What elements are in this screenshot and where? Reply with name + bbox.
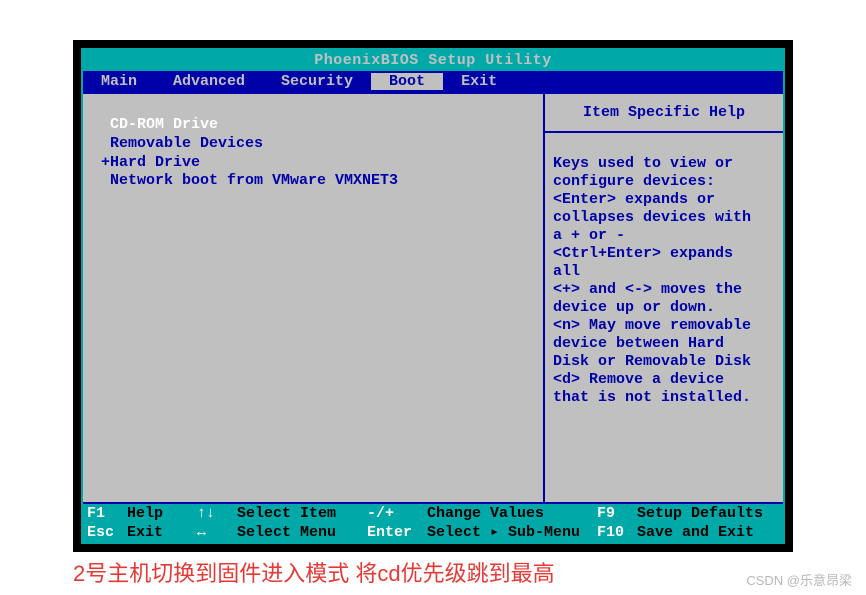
label-change-values: Change Values <box>427 505 597 522</box>
key-f9: F9 <box>597 505 615 522</box>
menu-advanced[interactable]: Advanced <box>155 73 263 90</box>
help-panel: Item Specific Help Keys used to view or … <box>545 94 783 502</box>
label-select-item: Select Item <box>237 505 367 522</box>
bios-inner: PhoenixBIOS Setup Utility Main Advanced … <box>81 48 785 544</box>
boot-order-panel[interactable]: CD-ROM Drive Removable Devices +Hard Dri… <box>83 94 545 502</box>
menu-main[interactable]: Main <box>83 73 155 90</box>
annotation-text: 2号主机切换到固件进入模式 将cd优先级跳到最高 <box>73 556 555 588</box>
menu-security[interactable]: Security <box>263 73 371 90</box>
footer-row-2: Esc Exit ↔ Select Menu Enter Select ▸ Su… <box>83 523 783 542</box>
content-area: CD-ROM Drive Removable Devices +Hard Dri… <box>83 92 783 502</box>
label-help: Help <box>127 505 197 522</box>
label-select-menu: Select Menu <box>237 524 367 541</box>
boot-item-network[interactable]: Network boot from VMware VMXNET3 <box>101 172 525 191</box>
key-f1: F1 <box>87 505 105 522</box>
menu-exit[interactable]: Exit <box>443 73 515 90</box>
watermark: CSDN @乐意昂梁 <box>746 570 852 589</box>
key-leftright: ↔ <box>197 524 206 541</box>
help-body: Keys used to view or configure devices: … <box>545 133 783 415</box>
boot-item-removable[interactable]: Removable Devices <box>101 135 525 154</box>
label-select-submenu: Select ▸ Sub-Menu <box>427 524 597 541</box>
menu-boot[interactable]: Boot <box>371 73 443 90</box>
title-bar: PhoenixBIOS Setup Utility <box>83 50 783 71</box>
key-esc: Esc <box>87 524 114 541</box>
boot-item-cdrom[interactable]: CD-ROM Drive <box>101 116 525 135</box>
label-exit: Exit <box>127 524 197 541</box>
bios-window: PhoenixBIOS Setup Utility Main Advanced … <box>73 40 793 552</box>
key-plusminus: -/+ <box>367 505 394 522</box>
footer-row-1: F1 Help ↑↓ Select Item -/+ Change Values… <box>83 504 783 523</box>
key-updown: ↑↓ <box>197 505 215 522</box>
boot-item-harddrive[interactable]: +Hard Drive <box>101 154 525 173</box>
footer-bar: F1 Help ↑↓ Select Item -/+ Change Values… <box>83 502 783 543</box>
menu-bar[interactable]: Main Advanced Security Boot Exit <box>83 71 783 92</box>
key-f10: F10 <box>597 524 624 541</box>
help-title: Item Specific Help <box>545 94 783 133</box>
key-enter: Enter <box>367 524 412 541</box>
label-setup-defaults: Setup Defaults <box>637 505 763 522</box>
label-save-exit: Save and Exit <box>637 524 754 541</box>
